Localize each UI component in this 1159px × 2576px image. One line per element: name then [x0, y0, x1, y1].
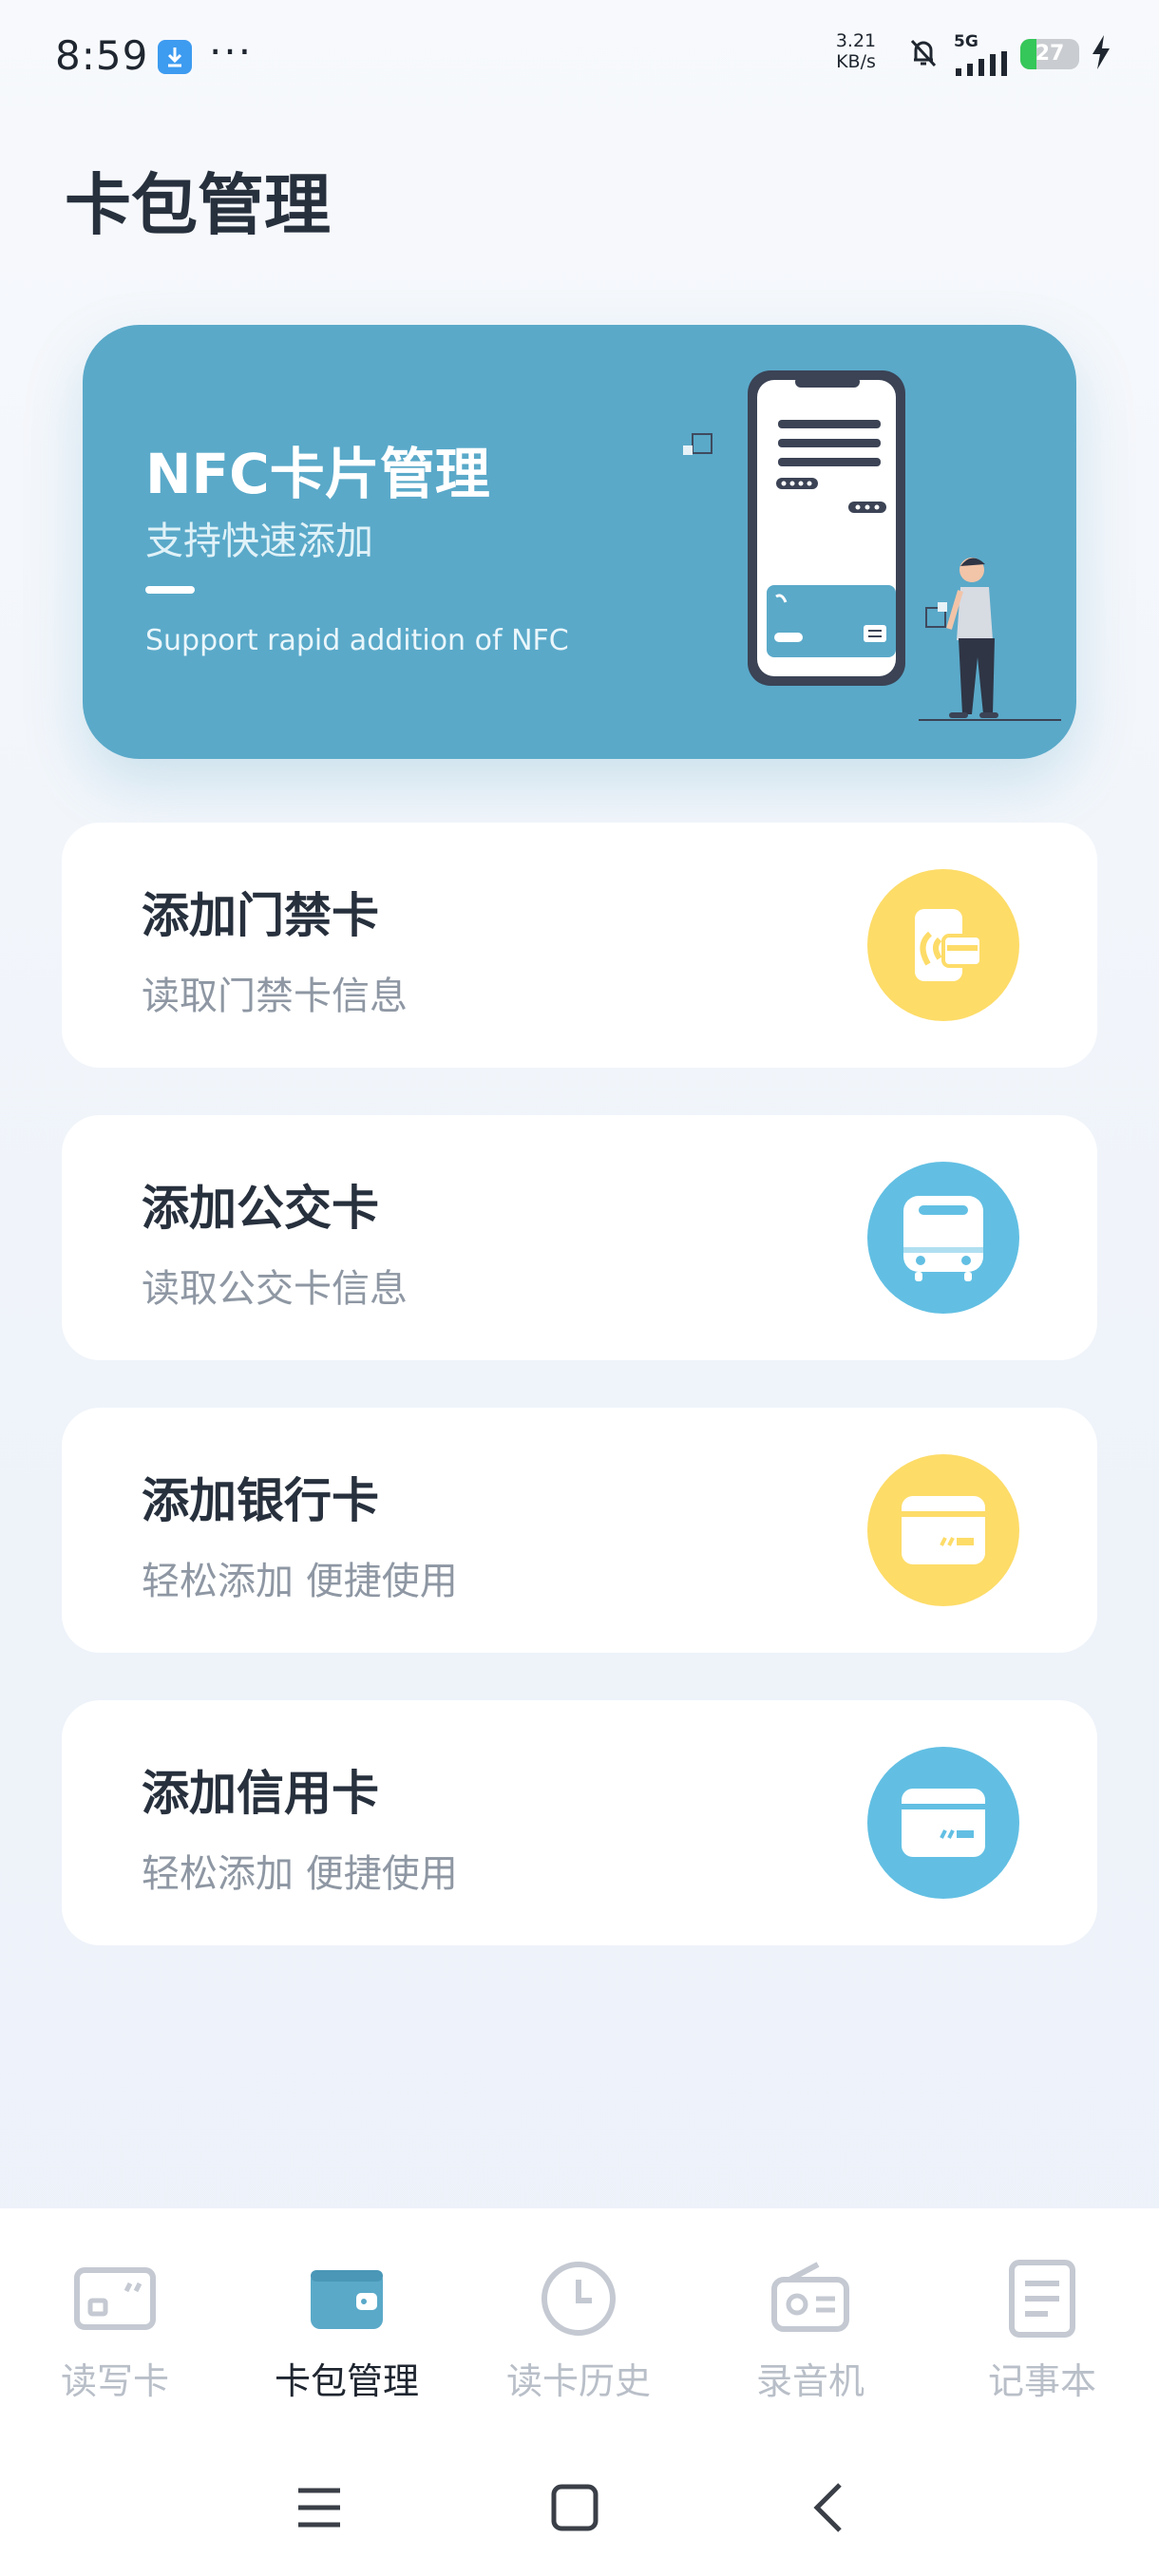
back-icon[interactable] [792, 2470, 868, 2546]
system-navigation [0, 2470, 1159, 2555]
read-write-card-icon [67, 2251, 162, 2346]
radio-icon [763, 2251, 858, 2346]
status-icons: 5G 27 [904, 28, 1112, 80]
charging-icon [1091, 33, 1112, 75]
card-subtitle: 读取公交卡信息 [142, 1267, 408, 1311]
nav-item-wallet[interactable]: 卡包管理 [252, 2251, 442, 2404]
nav-label: 记事本 [987, 2360, 1096, 2402]
banner-subtitle: 支持快速添加 [145, 520, 373, 563]
clock-icon [531, 2251, 626, 2346]
network-speed: 3.21 KB/s [834, 30, 878, 72]
bank-card-icon [867, 1454, 1019, 1606]
add-bus-card[interactable]: 添加公交卡 读取公交卡信息 [62, 1115, 1097, 1360]
credit-card-icon [867, 1747, 1019, 1899]
nav-label: 录音机 [755, 2360, 864, 2402]
nav-label: 读写卡 [60, 2360, 169, 2402]
card-title: 添加公交卡 [142, 1181, 379, 1236]
phone-person-illustration [683, 370, 1061, 721]
banner-title: NFC卡片管理 [145, 442, 490, 506]
nav-item-notepad[interactable]: 记事本 [947, 2251, 1137, 2404]
status-bar: 8:59 ··· 3.21 KB/s 5G 27 [0, 0, 1159, 112]
network-type: 5G [954, 32, 978, 51]
speed-unit: KB/s [836, 51, 876, 72]
download-icon [158, 40, 192, 74]
nav-item-recorder[interactable]: 录音机 [715, 2251, 905, 2404]
banner-english: Support rapid addition of NFC [145, 624, 569, 657]
add-credit-card[interactable]: 添加信用卡 轻松添加 便捷使用 [62, 1700, 1097, 1945]
speed-value: 3.21 [835, 30, 877, 51]
more-notifications-icon: ··· [209, 28, 254, 75]
add-bank-card[interactable]: 添加银行卡 轻松添加 便捷使用 [62, 1408, 1097, 1653]
menu-icon[interactable] [281, 2470, 357, 2546]
card-title: 添加银行卡 [142, 1473, 379, 1528]
page-title: 卡包管理 [65, 166, 331, 244]
nav-label: 读卡历史 [505, 2360, 651, 2402]
home-icon[interactable] [537, 2470, 613, 2546]
bus-icon [867, 1162, 1019, 1314]
nav-label: 卡包管理 [274, 2360, 419, 2402]
signal-icon: 5G [954, 32, 1009, 76]
nav-item-history[interactable]: 读卡历史 [484, 2251, 674, 2404]
door-card-icon [867, 869, 1019, 1021]
banner-divider [145, 586, 195, 594]
card-title: 添加门禁卡 [142, 888, 379, 943]
card-subtitle: 读取门禁卡信息 [142, 975, 408, 1018]
status-time: 8:59 [55, 32, 149, 79]
add-access-card[interactable]: 添加门禁卡 读取门禁卡信息 [62, 823, 1097, 1068]
card-subtitle: 轻松添加 便捷使用 [142, 1852, 458, 1896]
wallet-icon [299, 2251, 394, 2346]
nfc-banner[interactable]: NFC卡片管理 支持快速添加 Support rapid addition of… [83, 325, 1076, 759]
notepad-icon [995, 2251, 1090, 2346]
battery-level: 27 [1035, 42, 1065, 66]
mute-bell-icon [904, 33, 942, 75]
card-subtitle: 轻松添加 便捷使用 [142, 1560, 458, 1603]
card-title: 添加信用卡 [142, 1766, 379, 1821]
nav-item-read-write[interactable]: 读写卡 [20, 2251, 210, 2404]
battery-icon: 27 [1020, 39, 1079, 69]
